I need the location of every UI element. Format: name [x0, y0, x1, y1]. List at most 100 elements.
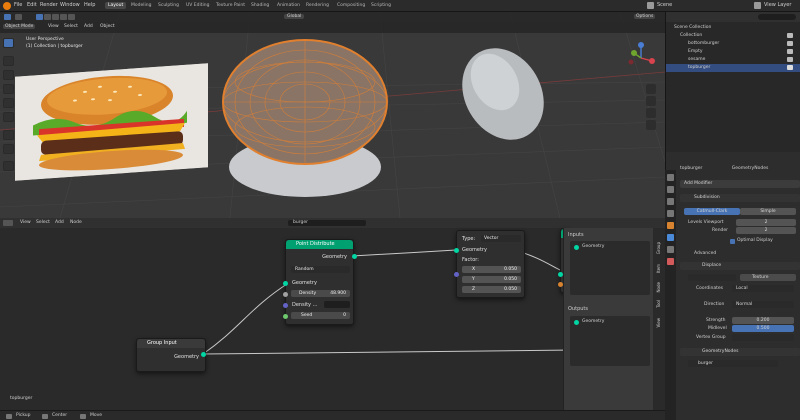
- transform-tool-icon[interactable]: [3, 112, 14, 122]
- tab-shading[interactable]: Shading: [248, 2, 272, 9]
- menu-window[interactable]: Window: [60, 2, 80, 8]
- density-field[interactable]: Density 48.900: [291, 290, 350, 297]
- tab-uv-editing[interactable]: UV Editing: [183, 2, 212, 9]
- outputs-panel-header[interactable]: Outputs: [568, 306, 588, 312]
- physics-tab-icon[interactable]: [667, 246, 674, 253]
- object-tab-icon[interactable]: [667, 222, 674, 229]
- menu-object[interactable]: Object: [100, 24, 115, 29]
- move-tool-icon[interactable]: [3, 70, 14, 80]
- select-tool-icon[interactable]: [3, 38, 14, 48]
- distribute-method-dropdown[interactable]: Random: [291, 266, 350, 273]
- rotate-tool-icon[interactable]: [3, 84, 14, 94]
- menu-edit[interactable]: Edit: [27, 2, 37, 8]
- coordinates-dropdown[interactable]: Local: [732, 285, 794, 292]
- grid-view-icon[interactable]: [646, 120, 656, 130]
- density-attribute-field[interactable]: [324, 301, 350, 308]
- factor-y-field[interactable]: Y 0.050: [462, 276, 521, 283]
- pd-out-geometry-socket[interactable]: [352, 254, 357, 259]
- outputs-list[interactable]: Geometry: [570, 316, 650, 366]
- burger-reference-image[interactable]: [15, 63, 208, 181]
- tab-animation[interactable]: Animation: [274, 2, 303, 9]
- 3d-viewport[interactable]: Global Options Object Mode View Select A…: [0, 12, 665, 218]
- advanced-subpanel[interactable]: Advanced: [694, 251, 716, 256]
- scene-selector[interactable]: Scene: [657, 2, 672, 8]
- inputs-geometry-label[interactable]: Geometry: [582, 244, 604, 249]
- factor-x-field[interactable]: X 0.050: [462, 266, 521, 273]
- tab-texture-paint[interactable]: Texture Paint: [213, 2, 248, 9]
- sidebar-tab-item[interactable]: Item: [656, 264, 661, 273]
- geometrynodes-modifier-header[interactable]: GeometryNodes: [680, 348, 800, 356]
- tab-sculpting[interactable]: Sculpting: [155, 2, 182, 9]
- visibility-eye-icon[interactable]: [787, 49, 793, 54]
- menu-view[interactable]: View: [48, 24, 59, 29]
- outliner-row-collection[interactable]: Collection: [666, 32, 800, 40]
- subdivision-modifier-header[interactable]: Subdivision: [680, 194, 800, 202]
- midlevel-field[interactable]: 0.500: [732, 325, 794, 332]
- outliner-row-scene-collection[interactable]: Scene Collection: [666, 24, 800, 32]
- sesame-mesh[interactable]: [455, 42, 555, 152]
- pd-density-socket[interactable]: [283, 292, 288, 297]
- point-distribute-node[interactable]: Point Distribute Geometry Random Geometr…: [285, 239, 354, 325]
- node-tree-selector[interactable]: burger: [688, 360, 778, 367]
- vertex-group-field[interactable]: [732, 334, 794, 341]
- catmull-clark-button[interactable]: Catmull-Clark: [684, 208, 740, 215]
- tab-layout[interactable]: Layout: [105, 2, 127, 9]
- modifier-tab-icon[interactable]: [667, 234, 674, 241]
- tab-modeling[interactable]: Modeling: [128, 2, 154, 9]
- visibility-eye-icon[interactable]: [787, 33, 793, 38]
- levels-viewport-field[interactable]: 2: [736, 219, 796, 226]
- menu-help[interactable]: Help: [84, 2, 95, 8]
- point-distribute-header[interactable]: Point Distribute: [286, 240, 353, 249]
- simple-button[interactable]: Simple: [740, 208, 796, 215]
- pd-density-attr-socket[interactable]: [283, 303, 288, 308]
- menu-select[interactable]: Select: [64, 24, 78, 29]
- inputs-panel-header[interactable]: Inputs: [568, 232, 584, 238]
- strength-field[interactable]: 0.200: [732, 317, 794, 324]
- outliner[interactable]: Scene Collection Collection bottomburger…: [665, 12, 800, 152]
- tab-compositing[interactable]: Compositing: [334, 2, 368, 9]
- add-cube-tool-icon[interactable]: [3, 161, 14, 171]
- tool-tab-icon[interactable]: [667, 174, 674, 181]
- navigation-gizmo[interactable]: [622, 39, 660, 77]
- zoom-icon[interactable]: [646, 84, 656, 94]
- pd-seed-socket[interactable]: [283, 314, 288, 319]
- vector-factor-socket[interactable]: [454, 272, 459, 277]
- vector-math-node[interactable]: Type: Vector Geometry Factor: X 0.050 Y 0.…: [456, 230, 525, 298]
- direction-dropdown[interactable]: Normal: [732, 301, 794, 308]
- outputs-geometry-label[interactable]: Geometry: [582, 319, 604, 324]
- topburger-mesh[interactable]: [205, 32, 405, 212]
- menu-file[interactable]: File: [14, 2, 22, 8]
- tab-rendering[interactable]: Rendering: [303, 2, 332, 9]
- measure-tool-icon[interactable]: [3, 144, 14, 154]
- render-tab-icon[interactable]: [667, 186, 674, 193]
- pan-hand-icon[interactable]: [646, 96, 656, 106]
- options-button[interactable]: Options: [634, 14, 656, 19]
- scene-tab-icon[interactable]: [667, 210, 674, 217]
- outliner-row-empty[interactable]: Empty: [666, 48, 800, 56]
- outliner-search-input[interactable]: [758, 14, 796, 20]
- pd-in-geometry-socket[interactable]: [283, 281, 288, 286]
- annotate-tool-icon[interactable]: [3, 130, 14, 140]
- outliner-row-sesame[interactable]: sesame: [666, 56, 800, 64]
- seed-field[interactable]: Seed 0: [291, 312, 350, 319]
- group-input-geometry-socket[interactable]: [201, 352, 206, 357]
- sidebar-tab-tool[interactable]: Tool: [656, 300, 661, 308]
- camera-view-icon[interactable]: [646, 108, 656, 118]
- add-modifier-button[interactable]: Add Modifier: [680, 180, 800, 188]
- vector-in-geometry-socket[interactable]: [454, 248, 459, 253]
- visibility-eye-icon[interactable]: [787, 65, 793, 70]
- properties-panel[interactable]: topburger GeometryNodes Add Modifier Sub…: [665, 152, 800, 420]
- transform-orientation[interactable]: Global: [284, 14, 305, 19]
- scale-tool-icon[interactable]: [3, 98, 14, 108]
- outliner-row-topburger[interactable]: topburger: [666, 64, 800, 72]
- factor-z-field[interactable]: Z 0.050: [462, 286, 521, 293]
- optimal-display-checkbox[interactable]: [730, 239, 735, 244]
- view-layer-selector[interactable]: View Layer: [764, 2, 791, 8]
- texture-selector[interactable]: Texture: [740, 274, 796, 281]
- vector-type-dropdown[interactable]: Vector: [481, 235, 521, 242]
- node-editor-sidebar[interactable]: Inputs Geometry Outputs Geometry: [563, 228, 653, 420]
- render-levels-field[interactable]: 2: [736, 227, 796, 234]
- visibility-eye-icon[interactable]: [787, 57, 793, 62]
- cursor-tool-icon[interactable]: [3, 56, 14, 66]
- tab-scripting[interactable]: Scripting: [368, 2, 394, 9]
